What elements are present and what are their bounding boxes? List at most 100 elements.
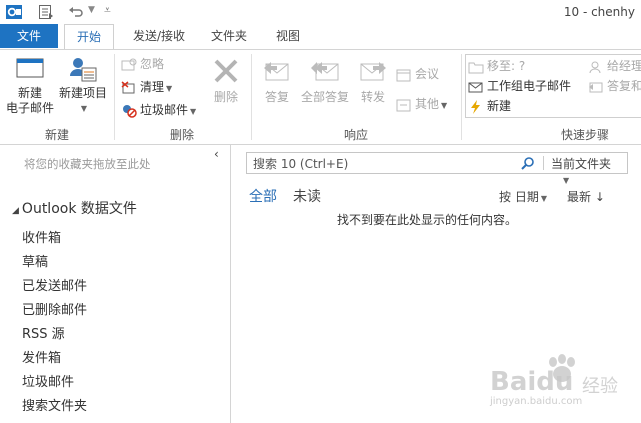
reply-all-button[interactable]: 全部答复	[297, 56, 353, 105]
watermark-cn: 经验	[582, 376, 618, 397]
chevron-down-icon: ▼	[540, 194, 547, 203]
cleanup-button[interactable]: 清理 ▼	[121, 78, 172, 96]
reply-delete-icon	[589, 82, 603, 92]
search-box[interactable]: 搜索 10 (Ctrl+E) 当前文件夹 ▼	[246, 152, 628, 185]
sort-by-label: 按 日期	[499, 190, 539, 204]
folder-sent[interactable]: 已发送邮件	[22, 275, 87, 294]
baidu-watermark: Baidu 经验 jingyan.baidu.com	[490, 350, 630, 410]
reply-button[interactable]: 答复	[258, 56, 296, 105]
folder-pane: 将您的收藏夹拖放至此处 ‹ ◢ Outlook 数据文件 收件箱 草稿 已发送邮件…	[0, 144, 231, 423]
forward-button[interactable]: 转发	[354, 56, 392, 105]
quickstep-to-manager[interactable]: 给经理	[588, 57, 641, 75]
new-items-button[interactable]: 新建项目 ▼	[56, 56, 110, 116]
collapse-pane-icon[interactable]: ‹	[214, 147, 219, 161]
arrow-down-icon: ↓	[594, 190, 605, 204]
quickstep-to-manager-label: 给经理	[607, 59, 641, 73]
customize-qat-icon[interactable]: ⩡	[104, 3, 111, 18]
group-quicksteps-label: 快速步骤	[560, 128, 609, 142]
more-dropdown-icon: ▼	[441, 101, 448, 110]
filter-all-tab[interactable]: 全部	[249, 186, 277, 206]
folder-drafts[interactable]: 草稿	[22, 251, 48, 270]
account-header[interactable]: ◢ Outlook 数据文件	[12, 198, 137, 218]
tab-home[interactable]: 开始	[64, 24, 114, 50]
quickstep-reply-delete[interactable]: 答复和	[588, 77, 641, 95]
watermark-site: jingyan.baidu.com	[490, 396, 583, 407]
quick-steps-gallery: 移至: ? 给经理 工作组电子邮件 答复和 新建	[465, 54, 641, 118]
forward-label: 转发	[360, 90, 385, 104]
quickstep-team-email-label: 工作组电子邮件	[487, 79, 572, 93]
cleanup-label: 清理	[140, 80, 165, 94]
more-respond-button[interactable]: 其他 ▼	[396, 95, 447, 113]
search-scope-label: 当前文件夹	[551, 157, 612, 171]
expand-triangle-icon[interactable]: ◢	[12, 206, 19, 216]
forward-icon	[360, 62, 386, 81]
quickstep-move-to-label: 移至: ?	[487, 59, 526, 73]
folder-outbox[interactable]: 发件箱	[22, 347, 61, 366]
quickstep-move-to[interactable]: 移至: ?	[468, 57, 525, 75]
undo-icon[interactable]	[68, 4, 84, 20]
folder-search[interactable]: 搜索文件夹	[22, 395, 87, 414]
junk-button[interactable]: 垃圾邮件 ▼	[121, 101, 196, 119]
search-divider	[543, 156, 544, 170]
tab-view[interactable]: 视图	[270, 24, 306, 48]
more-respond-icon	[396, 99, 411, 111]
cleanup-icon	[121, 80, 135, 93]
meeting-icon	[396, 69, 411, 81]
lightning-icon	[471, 99, 480, 114]
new-email-button[interactable]: 新建 电子邮件	[4, 56, 56, 116]
filter-unread-tab[interactable]: 未读	[293, 186, 321, 206]
quickstep-team-email[interactable]: 工作组电子邮件	[468, 77, 571, 95]
delete-x-icon	[214, 59, 238, 83]
more-respond-label: 其他	[415, 97, 440, 111]
delete-button[interactable]: 删除	[206, 56, 246, 105]
team-email-icon	[468, 82, 483, 92]
undo-dropdown-icon[interactable]: ▼	[88, 5, 95, 15]
quickstep-create-new[interactable]: 新建	[468, 97, 511, 115]
chevron-down-icon: ▼	[563, 176, 570, 185]
reply-all-label: 全部答复	[300, 90, 349, 104]
quickstep-reply-delete-label: 答复和	[607, 79, 641, 93]
reply-label: 答复	[264, 90, 289, 104]
folder-rss[interactable]: RSS 源	[22, 323, 65, 342]
group-respond-label: 响应	[343, 128, 368, 142]
sort-order-toggle[interactable]: 最新 ↓	[567, 188, 605, 205]
ignore-button[interactable]: 忽略	[121, 55, 164, 73]
tab-file[interactable]: 文件	[0, 24, 58, 48]
window-title: 10 - chenhy	[563, 5, 635, 19]
quickstep-create-new-label: 新建	[487, 99, 512, 113]
new-items-label: 新建项目	[58, 86, 107, 100]
new-email-label-2: 电子邮件	[5, 101, 54, 115]
search-input[interactable]: 搜索 10 (Ctrl+E)	[253, 155, 348, 172]
search-scope-dropdown[interactable]: 当前文件夹 ▼	[551, 155, 627, 186]
empty-list-message: 找不到要在此处显示的任何内容。	[337, 213, 518, 227]
send-receive-all-icon[interactable]	[38, 4, 54, 20]
tab-send-receive[interactable]: 发送/接收	[128, 24, 190, 48]
new-items-icon	[70, 58, 97, 82]
junk-dropdown-icon: ▼	[190, 107, 197, 116]
folder-inbox[interactable]: 收件箱	[22, 227, 61, 246]
account-name: Outlook 数据文件	[21, 201, 137, 217]
title-bar: ▼ ⩡ 10 - chenhy	[0, 0, 641, 24]
sort-by-dropdown[interactable]: 按 日期 ▼	[499, 188, 547, 205]
search-icon[interactable]	[521, 156, 535, 170]
new-email-label-1: 新建	[17, 86, 42, 100]
folder-deleted[interactable]: 已删除邮件	[22, 299, 87, 318]
reply-all-icon	[311, 62, 339, 81]
meeting-button[interactable]: 会议	[396, 65, 439, 83]
ignore-label: 忽略	[140, 57, 165, 71]
favorites-drop-hint: 将您的收藏夹拖放至此处	[24, 157, 151, 171]
folder-junk[interactable]: 垃圾邮件	[22, 371, 74, 390]
move-to-folder-icon	[468, 62, 484, 73]
group-new-label: 新建	[44, 128, 69, 142]
ribbon-tabs: 文件 开始 发送/接收 文件夹 视图	[0, 24, 641, 50]
cleanup-dropdown-icon: ▼	[166, 84, 173, 93]
ribbon: 新建 电子邮件 新建项目 ▼ 新建 忽略 清理 ▼ 垃圾邮件 ▼ 删除 删除 答…	[0, 49, 641, 145]
meeting-label: 会议	[415, 67, 440, 81]
group-delete-label: 删除	[169, 128, 194, 142]
tab-folder[interactable]: 文件夹	[208, 24, 250, 48]
outlook-logo-icon[interactable]	[6, 4, 22, 20]
junk-icon	[123, 104, 137, 118]
watermark-brand: Baidu	[490, 367, 574, 397]
ignore-icon	[121, 58, 137, 70]
reply-icon	[264, 62, 289, 81]
